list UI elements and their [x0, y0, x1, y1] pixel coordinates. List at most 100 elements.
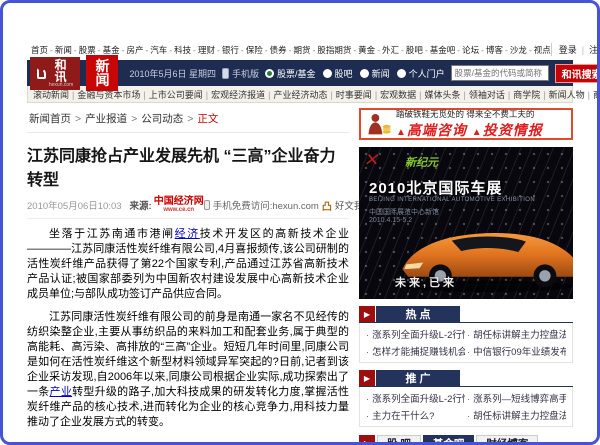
- hot-link-4[interactable]: 中信银行09年业绩发布: [467, 344, 566, 358]
- register-link[interactable]: 注册: [589, 43, 600, 56]
- header-bar: 和讯 hexun.com 新闻 2010年5月6日 星期四 手机版 股票/基金 …: [27, 60, 573, 86]
- top-nav-link-guba[interactable]: 股吧: [406, 45, 430, 55]
- triangle-icon: ▲: [396, 127, 407, 138]
- source-logo[interactable]: 中国经济网 www.ce.cn: [154, 197, 204, 213]
- promo-link-1[interactable]: 涨系列全面升级L-2行情: [366, 391, 465, 405]
- subnav-leader-dialogue[interactable]: 领袖对话: [469, 90, 513, 100]
- search-scope-radios: 股票/基金 股吧 新闻 个人门户: [265, 67, 445, 80]
- top-nav-link-jijinba[interactable]: 基金吧: [430, 45, 462, 55]
- top-nav-link-blog[interactable]: 博客: [486, 45, 510, 55]
- auto-show-subtitle: BEIJING INTERNATIONAL AUTOMOTIVE EXHIBIT…: [369, 197, 535, 203]
- top-nav-link-bank[interactable]: 银行: [222, 45, 246, 55]
- arrow-right-icon: ▶: [359, 306, 375, 322]
- header-date: 2010年5月6日 星期四: [129, 67, 216, 80]
- triangle-icon: ▲: [472, 127, 483, 138]
- breadcrumb-industry-report[interactable]: 产业报道: [85, 113, 141, 125]
- hot-link-3[interactable]: 怎样才能捕捉赚钱机会: [366, 344, 465, 358]
- top-nav-link-forex[interactable]: 外汇: [382, 45, 406, 55]
- hot-link-2[interactable]: 胡任标讲解主力控盘法: [467, 327, 566, 341]
- consulting-ad-text: 踏破铁鞋无觅处的 得来全不费工夫的 ▲高端咨询 ▲投资情报: [396, 108, 543, 140]
- radio-portal[interactable]: 个人门户: [397, 67, 445, 80]
- radio-dot-icon: [323, 69, 332, 78]
- sub-nav-links: 滚动新闻金融与资本市场上市公司要闻宏观经济报道产业经济动态时事要闻宏观数据媒体头…: [33, 88, 600, 101]
- top-nav-link-forum[interactable]: 论坛: [462, 45, 486, 55]
- hexun-logo-text: 和讯: [49, 59, 74, 83]
- search-input[interactable]: [451, 65, 549, 81]
- top-nav-link-realestate[interactable]: 房产: [126, 45, 150, 55]
- top-nav-link-news[interactable]: 新闻: [55, 45, 79, 55]
- subnav-current-affairs[interactable]: 时事要闻: [336, 90, 380, 100]
- top-nav-link-salon[interactable]: 沙龙: [510, 45, 534, 55]
- top-nav-link-funds[interactable]: 基金: [103, 45, 127, 55]
- promo-link-3[interactable]: 主力在干什么?: [366, 408, 465, 422]
- hot-section-header: ▶ 热 点: [359, 306, 573, 323]
- mobile-access-text: 手机免费访问:hexun.com: [213, 198, 319, 212]
- tab-finance-blog[interactable]: 财经博客: [476, 435, 538, 445]
- hexun-news-page: 首页新闻股票基金房产汽车科技理财银行保险债券期货股指期货黄金外汇股吧基金吧论坛博…: [0, 0, 600, 445]
- radio-news[interactable]: 新闻: [360, 67, 390, 80]
- subnav-media-headlines[interactable]: 媒体头条: [425, 90, 469, 100]
- top-nav-link-indexfutures[interactable]: 股指期货: [317, 45, 358, 55]
- subnav-business-school[interactable]: 商学院: [513, 90, 548, 100]
- hexun-logo[interactable]: 和讯 hexun.com: [30, 57, 80, 90]
- top-nav-links: 首页新闻股票基金房产汽车科技理财银行保险债券期货股指期货黄金外汇股吧基金吧论坛博…: [31, 44, 551, 56]
- inline-link-industry[interactable]: 产业: [50, 386, 73, 398]
- hot-section: ▶ 热 点 涨系列全面升级L-2行情 胡任标讲解主力控盘法 怎样才能捕捉赚钱机会…: [359, 306, 573, 363]
- consultant-person-icon: [365, 111, 391, 137]
- thumb-up-icon: 凸: [322, 198, 332, 213]
- auth-separator: |: [582, 45, 584, 55]
- content-area: 新闻首页产业报道公司动态正文 江苏同康抢占产业发展先机 “三高”企业奋力转型 2…: [3, 108, 597, 445]
- radio-guba[interactable]: 股吧: [323, 67, 353, 80]
- top-nav-link-insurance[interactable]: 保险: [246, 45, 270, 55]
- mobile-version-link[interactable]: 手机版: [222, 67, 259, 80]
- top-nav-link-bonds[interactable]: 债券: [270, 45, 294, 55]
- auto-show-ad-banner[interactable]: ⨉ 新纪元 2010北京国际车展 BEIJING INTERNATIONAL A…: [359, 147, 573, 299]
- promo-link-2[interactable]: 涨系列—短线博弈高手: [467, 391, 566, 405]
- consulting-ad-banner[interactable]: 踏破铁鞋无觅处的 得来全不费工夫的 ▲高端咨询 ▲投资情报: [359, 108, 573, 140]
- breadcrumb-current: 正文: [197, 113, 218, 125]
- article-paragraph-1: 坐落于江苏南通市港闸经济技术开发区的高新技术企业————江苏同康活性炭纤维有限公…: [27, 227, 349, 302]
- top-nav-link-futures[interactable]: 期货: [293, 45, 317, 55]
- breadcrumb-company-news[interactable]: 公司动态: [141, 113, 197, 125]
- expo-logo-icon: ⨉: [365, 152, 379, 168]
- top-nav-link-gold[interactable]: 黄金: [358, 45, 382, 55]
- subnav-industry-economy[interactable]: 产业经济动态: [273, 90, 335, 100]
- search-button[interactable]: 和讯搜索: [555, 64, 600, 83]
- radio-dot-icon: [397, 69, 406, 78]
- top-nav-link-tech[interactable]: 科技: [174, 45, 198, 55]
- subnav-business-insight[interactable]: 商业透视: [593, 90, 600, 100]
- breadcrumb-news-home[interactable]: 新闻首页: [29, 113, 85, 125]
- hot-section-title: 热 点: [376, 306, 460, 322]
- top-nav-link-auto[interactable]: 汽车: [150, 45, 174, 55]
- hot-link-1[interactable]: 涨系列全面升级L-2行情: [366, 327, 465, 341]
- tab-guba[interactable]: 股 吧: [377, 435, 421, 445]
- tab-jijinba[interactable]: 基金吧: [423, 435, 475, 445]
- breadcrumb: 新闻首页产业报道公司动态正文: [27, 108, 349, 133]
- top-nav-link-home[interactable]: 首页: [31, 45, 55, 55]
- subnav-news-people[interactable]: 新闻人物: [549, 90, 593, 100]
- hot-link-list: 涨系列全面升级L-2行情 胡任标讲解主力控盘法 怎样才能捕捉赚钱机会 中信银行0…: [359, 323, 573, 363]
- subnav-listed-companies[interactable]: 上市公司要闻: [149, 90, 211, 100]
- inline-link-economy[interactable]: 经济: [175, 228, 200, 240]
- promo-section-title: 推 广: [376, 370, 460, 386]
- news-section-logo[interactable]: 新闻: [86, 55, 118, 91]
- article-title: 江苏同康抢占产业发展先机 “三高”企业奋力转型: [27, 142, 349, 190]
- promo-link-4[interactable]: 胡任标讲解主力控盘法: [467, 408, 566, 422]
- subnav-macro-data[interactable]: 宏观数据: [380, 90, 424, 100]
- login-link[interactable]: 登录: [559, 43, 577, 56]
- community-tabs: ▶ 股 吧 基金吧 财经博客: [359, 435, 573, 445]
- auto-show-slogan: 未来,已来: [395, 274, 457, 290]
- consulting-ad-line2: ▲高端咨询 ▲投资情报: [396, 120, 543, 140]
- top-nav-link-stocks[interactable]: 股票: [79, 45, 103, 55]
- subnav-macro-economy[interactable]: 宏观经济报道: [211, 90, 273, 100]
- top-nav-link-viewpoint[interactable]: 视点: [534, 45, 551, 55]
- article-column: 新闻首页产业报道公司动态正文 江苏同康抢占产业发展先机 “三高”企业奋力转型 2…: [27, 108, 349, 445]
- promo-link-list: 涨系列全面升级L-2行情 涨系列—短线博弈高手 主力在干什么? 胡任标讲解主力控…: [359, 387, 573, 427]
- sub-nav: 滚动新闻金融与资本市场上市公司要闻宏观经济报道产业经济动态时事要闻宏观数据媒体头…: [27, 86, 573, 103]
- article-meta: 2010年05月06日10:03 来源: 中国经济网 www.ce.cn 手机免…: [27, 197, 349, 219]
- subnav-rolling-news[interactable]: 滚动新闻: [33, 90, 77, 100]
- source-label: 来源:: [130, 198, 152, 212]
- radio-stock-fund[interactable]: 股票/基金: [265, 67, 316, 80]
- subnav-finance-capital[interactable]: 金融与资本市场: [77, 90, 148, 100]
- top-nav-link-money[interactable]: 理财: [198, 45, 222, 55]
